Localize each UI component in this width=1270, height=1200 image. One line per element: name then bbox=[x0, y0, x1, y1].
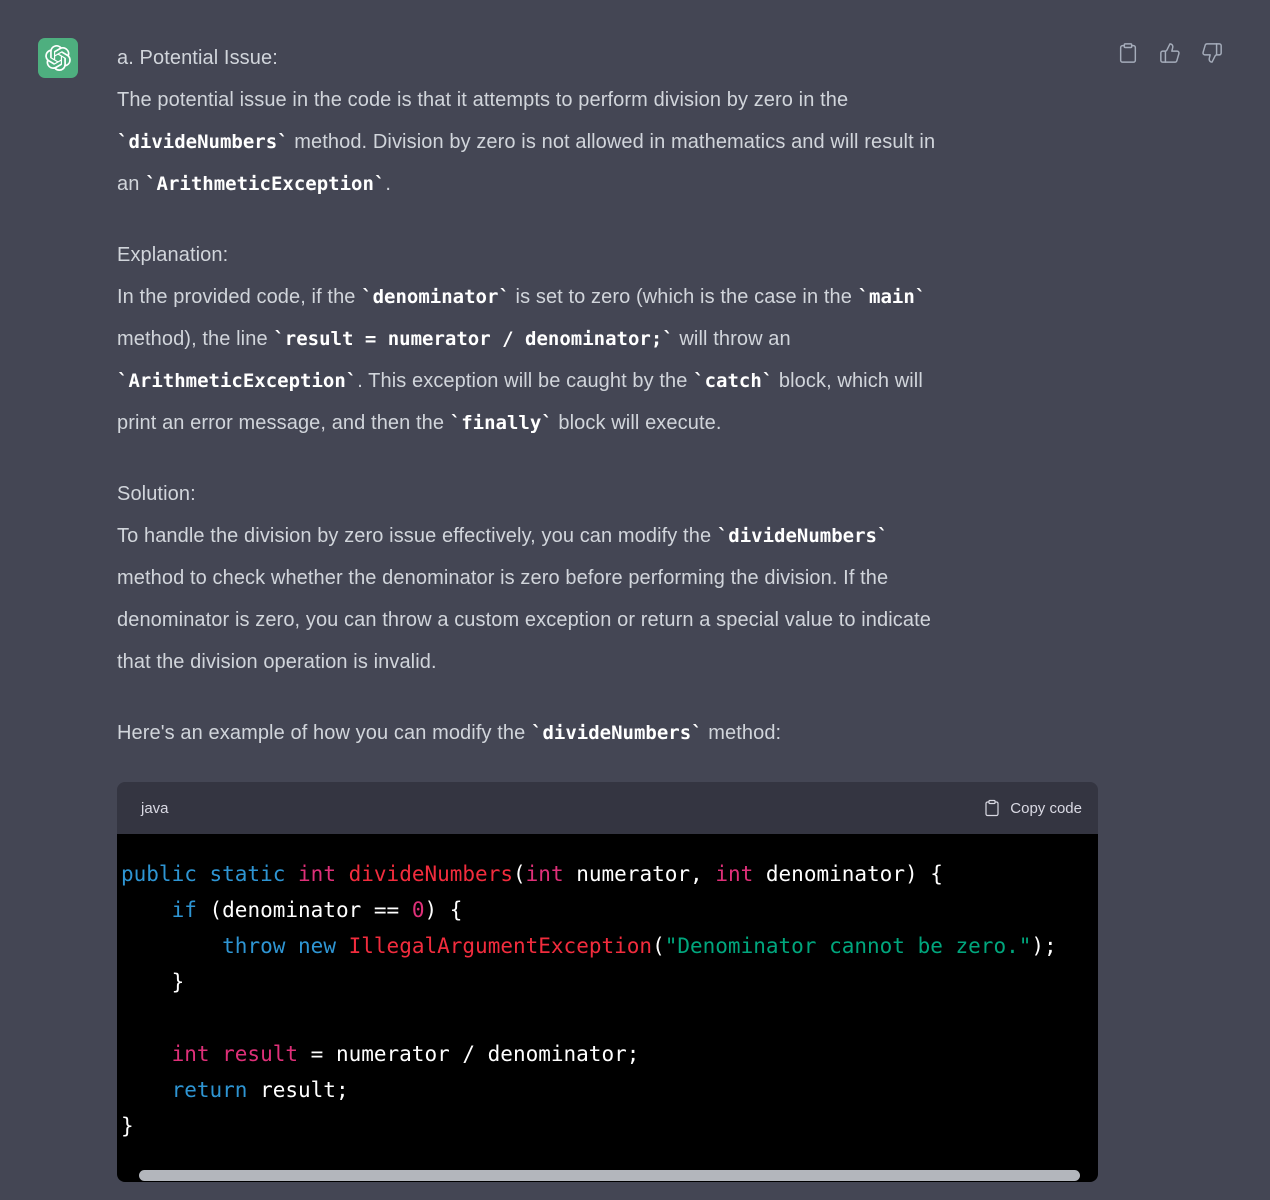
thumbs-down-button[interactable] bbox=[1201, 42, 1223, 64]
text-line: In the provided code, if the `denominato… bbox=[117, 276, 1098, 318]
code-content-pre: public static int divideNumbers(int nume… bbox=[117, 834, 1098, 1144]
message-paragraph: a. Potential Issue:The potential issue i… bbox=[117, 37, 1098, 205]
text-line: an `ArithmeticException`. bbox=[117, 163, 1098, 205]
code-line: public static int divideNumbers(int nume… bbox=[121, 856, 1094, 892]
message-paragraph: Solution:To handle the division by zero … bbox=[117, 473, 1098, 683]
text-line: print an error message, and then the `fi… bbox=[117, 402, 1098, 444]
text-line: Here's an example of how you can modify … bbox=[117, 712, 1098, 754]
inline-code: `ArithmeticException` bbox=[117, 370, 357, 392]
code-block-header: java Copy code bbox=[117, 782, 1098, 834]
text-line: denominator is zero, you can throw a cus… bbox=[117, 599, 1098, 641]
code-line: int result = numerator / denominator; bbox=[121, 1036, 1094, 1072]
thumbs-up-button[interactable] bbox=[1159, 42, 1181, 64]
message-paragraph: Explanation:In the provided code, if the… bbox=[117, 234, 1098, 444]
inline-code: `catch` bbox=[693, 370, 773, 392]
text-line: `divideNumbers` method. Division by zero… bbox=[117, 121, 1098, 163]
code-language-label: java bbox=[141, 800, 169, 817]
text-line: that the division operation is invalid. bbox=[117, 641, 1098, 683]
message-paragraph: Here's an example of how you can modify … bbox=[117, 712, 1098, 754]
thumbs-up-icon bbox=[1159, 42, 1181, 64]
inline-code: `divideNumbers` bbox=[117, 131, 289, 153]
message-actions bbox=[1117, 42, 1223, 64]
inline-code: `finally` bbox=[450, 412, 553, 434]
code-line: throw new IllegalArgumentException("Deno… bbox=[121, 928, 1094, 964]
text-line: To handle the division by zero issue eff… bbox=[117, 515, 1098, 557]
copy-response-button[interactable] bbox=[1117, 42, 1139, 64]
clipboard-icon bbox=[1117, 42, 1139, 64]
text-line: Solution: bbox=[117, 473, 1098, 515]
inline-code: `main` bbox=[858, 286, 927, 308]
copy-code-label: Copy code bbox=[1010, 800, 1082, 817]
horizontal-scrollbar[interactable] bbox=[139, 1170, 1080, 1181]
copy-code-button[interactable]: Copy code bbox=[983, 799, 1082, 817]
code-line: if (denominator == 0) { bbox=[121, 892, 1094, 928]
code-line: return result; bbox=[121, 1072, 1094, 1108]
code-content: public static int divideNumbers(int nume… bbox=[117, 834, 1098, 1182]
message-content: a. Potential Issue:The potential issue i… bbox=[117, 37, 1098, 1182]
inline-code: `ArithmeticException` bbox=[145, 173, 385, 195]
clipboard-icon bbox=[983, 799, 1001, 817]
text-line: method to check whether the denominator … bbox=[117, 557, 1098, 599]
inline-code: `denominator` bbox=[361, 286, 510, 308]
text-line: a. Potential Issue: bbox=[117, 37, 1098, 79]
text-line: method), the line `result = numerator / … bbox=[117, 318, 1098, 360]
assistant-avatar bbox=[38, 38, 78, 78]
code-line bbox=[121, 1000, 1094, 1036]
code-line: } bbox=[121, 1108, 1094, 1144]
code-line: } bbox=[121, 964, 1094, 1000]
inline-code: `divideNumbers` bbox=[717, 525, 889, 547]
text-line: The potential issue in the code is that … bbox=[117, 79, 1098, 121]
message-paragraphs: a. Potential Issue:The potential issue i… bbox=[117, 37, 1098, 754]
inline-code: `result = numerator / denominator;` bbox=[273, 328, 673, 350]
text-line: Explanation: bbox=[117, 234, 1098, 276]
inline-code: `divideNumbers` bbox=[531, 722, 703, 744]
thumbs-down-icon bbox=[1201, 42, 1223, 64]
code-block: java Copy code public static int divideN… bbox=[117, 782, 1098, 1182]
text-line: `ArithmeticException`. This exception wi… bbox=[117, 360, 1098, 402]
openai-logo-icon bbox=[45, 45, 71, 71]
